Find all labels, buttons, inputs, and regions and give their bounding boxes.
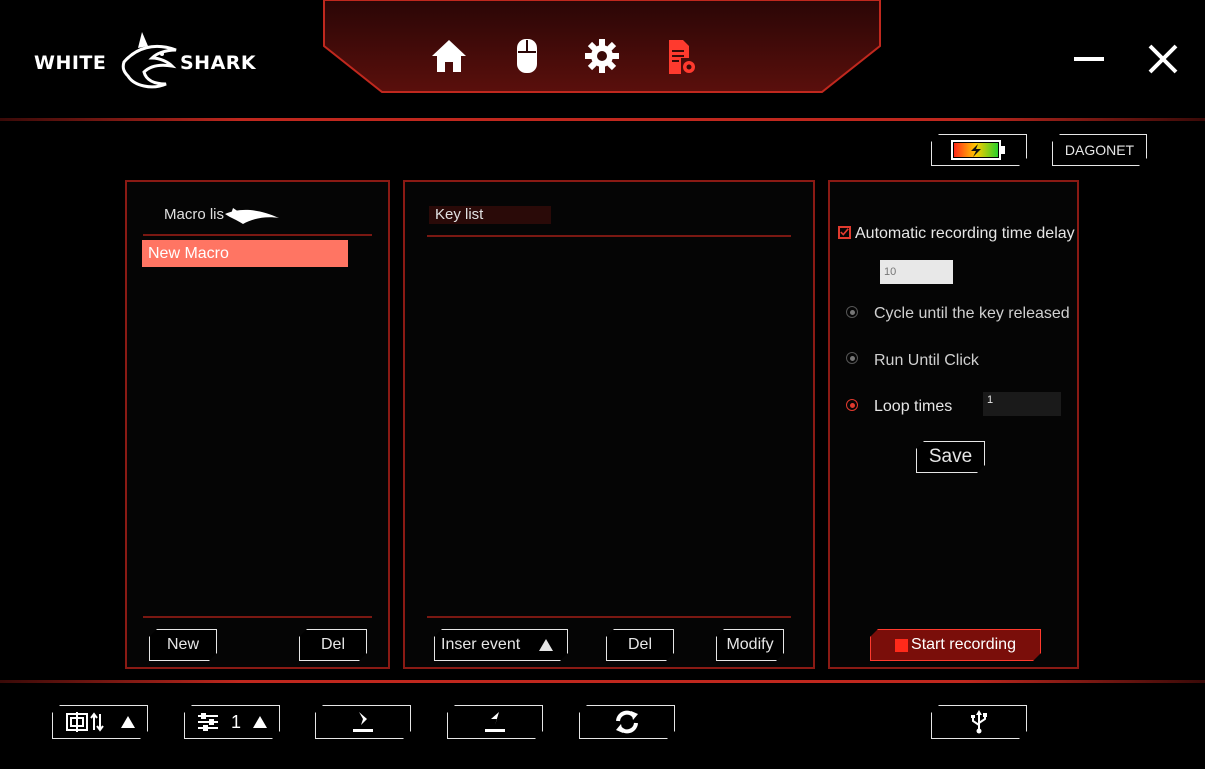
upload-icon [483,711,507,733]
sliders-icon [197,712,219,732]
home-icon [432,40,466,72]
shark-logo-icon [121,32,177,89]
profile-number: 1 [230,711,241,732]
language-button[interactable] [52,705,148,739]
nav-mouse-button[interactable] [516,38,538,74]
new-macro-button[interactable]: New [149,629,217,661]
record-icon [895,639,908,652]
loop-label: Loop times [874,398,953,415]
nav-home-button[interactable] [430,38,468,74]
triangle-up-icon [539,639,553,651]
export-button[interactable] [447,705,543,739]
macro-list-panel: Macro lis New Macro New Del [125,180,390,669]
run-until-label: Run Until Click [874,352,979,369]
logo-text-white: WHITE [34,52,107,74]
macro-list-item[interactable]: New Macro [142,240,348,267]
macro-list-title: Macro lis [164,206,225,223]
triangle-up-icon [121,716,135,728]
key-list-panel: Key list Inser event Del Modify [403,180,815,669]
key-list-title: Key list [429,206,551,224]
minimize-icon [1074,57,1104,61]
close-button[interactable] [1146,42,1180,76]
footer-divider [0,680,1205,683]
app-logo: WHITE SHARK [34,28,274,98]
import-button[interactable] [315,705,411,739]
refresh-icon [614,710,640,734]
minimize-button[interactable] [1072,44,1106,74]
usb-button[interactable] [931,705,1027,739]
logo-text-shark: SHARK [180,52,257,74]
save-button[interactable]: Save [916,441,985,473]
cycle-label: Cycle until the key released [874,305,1070,322]
insert-event-label: Inser event [441,636,521,653]
mouse-icon [517,39,537,73]
start-recording-label: Start recording [911,636,1016,653]
delete-macro-button[interactable]: Del [299,629,367,661]
battery-icon [951,139,1007,161]
recording-panel: Automatic recording time delay Cycle unt… [828,180,1079,669]
start-recording-button[interactable]: Start recording [870,629,1041,661]
battery-indicator [931,134,1027,166]
header-divider [0,118,1205,121]
profile-select-button[interactable]: 1 [184,705,280,739]
download-icon [351,711,375,733]
profile-name-button[interactable]: DAGONET [1052,134,1147,166]
gear-icon [585,39,619,73]
key-list-area[interactable] [427,240,791,612]
macro-file-icon [669,40,695,74]
macro-list-header-divider [143,234,372,236]
delete-key-button[interactable]: Del [606,629,674,661]
run-until-radio[interactable] [846,352,858,364]
delay-input[interactable] [880,260,953,284]
usb-icon [970,710,988,734]
shark-icon [225,208,279,224]
key-list-header-divider [427,235,791,237]
auto-delay-label: Automatic recording time delay [855,225,1075,242]
insert-event-button[interactable]: Inser event [434,629,568,661]
checkmark-icon [840,228,849,236]
language-icon [66,711,108,733]
loop-radio[interactable] [846,399,858,411]
triangle-up-icon [253,716,267,728]
cycle-radio[interactable] [846,306,858,318]
nav-macro-button[interactable] [667,38,697,76]
loop-times-input[interactable] [983,392,1061,416]
modify-key-button[interactable]: Modify [716,629,784,661]
reset-button[interactable] [579,705,675,739]
close-icon [1148,44,1178,74]
nav-settings-button[interactable] [585,39,619,73]
key-list-footer-divider [427,616,791,618]
macro-list-footer-divider [143,616,372,618]
auto-delay-checkbox[interactable] [838,226,851,239]
